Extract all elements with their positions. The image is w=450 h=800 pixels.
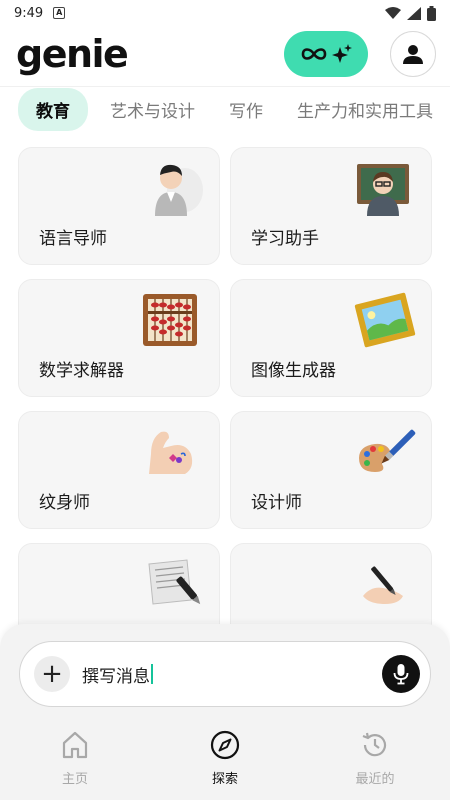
nav-label: 探索 [211,772,238,787]
message-composer: + 撰写消息 [19,641,431,707]
nav-recent[interactable]: 最近的 [325,730,425,787]
category-tabs: 教育 艺术与设计 写作 生产力和实用工具 [0,86,450,132]
tab-art-design[interactable]: 艺术与设计 [98,88,207,131]
person-icon [403,45,423,64]
nav-home[interactable]: 主页 [25,730,125,787]
card-label: 数学求解器 [39,361,124,381]
pro-button[interactable] [284,31,368,77]
composer-input-wrap[interactable]: 撰写消息 [82,662,382,687]
message-input[interactable]: 撰写消息 [82,662,150,687]
profile-button[interactable] [390,31,436,77]
history-icon [362,732,387,757]
card-label: 设计师 [251,493,302,513]
signal-icon [407,6,421,20]
writing-hand-icon [363,566,403,604]
card-label: 学习助手 [251,229,319,249]
card-study-assistant[interactable]: 学习助手 [230,147,432,265]
assistant-grid: 语言导师 学习助手 数学求解器 图像生成器 纹身师 设计师 [18,147,432,661]
abacus-icon [143,294,197,346]
status-bar: 9:49 A [0,0,450,26]
microphone-button[interactable] [382,655,420,693]
card-label: 纹身师 [39,493,90,513]
tutor-person-icon [155,164,203,216]
text-caret [151,664,153,684]
app-logo: genie [16,32,129,76]
tattooed-arm-icon [149,431,193,474]
palette-icon [359,429,416,472]
microphone-icon [393,664,409,685]
a-square-icon: A [53,7,66,19]
plus-icon[interactable]: + [34,656,70,692]
card-label: 图像生成器 [251,361,336,381]
app-header: genie [0,26,450,82]
nav-explore[interactable]: 探索 [175,730,275,787]
home-icon [62,731,88,759]
card-math-solver[interactable]: 数学求解器 [18,279,220,397]
card-image-generator[interactable]: 图像生成器 [230,279,432,397]
nav-label: 主页 [61,772,88,787]
status-time: 9:49 [14,5,44,21]
tab-education[interactable]: 教育 [18,88,88,131]
framed-picture-icon [354,292,416,348]
bottom-nav: 主页 探索 最近的 [0,728,450,800]
infinity-icon [301,48,327,60]
teacher-chalkboard-icon [357,164,409,216]
wifi-icon [385,7,401,19]
card-tattoo-artist[interactable]: 纹身师 [18,411,220,529]
tab-productivity[interactable]: 生产力和实用工具 [285,88,445,131]
paper-writing-icon [148,559,201,605]
card-language-tutor[interactable]: 语言导师 [18,147,220,265]
nav-label: 最近的 [355,772,395,787]
card-designer[interactable]: 设计师 [230,411,432,529]
compass-icon [210,730,240,760]
sparkle-icon [332,44,352,63]
battery-icon [427,5,436,21]
card-label: 语言导师 [39,229,107,249]
tab-writing[interactable]: 写作 [217,88,275,131]
